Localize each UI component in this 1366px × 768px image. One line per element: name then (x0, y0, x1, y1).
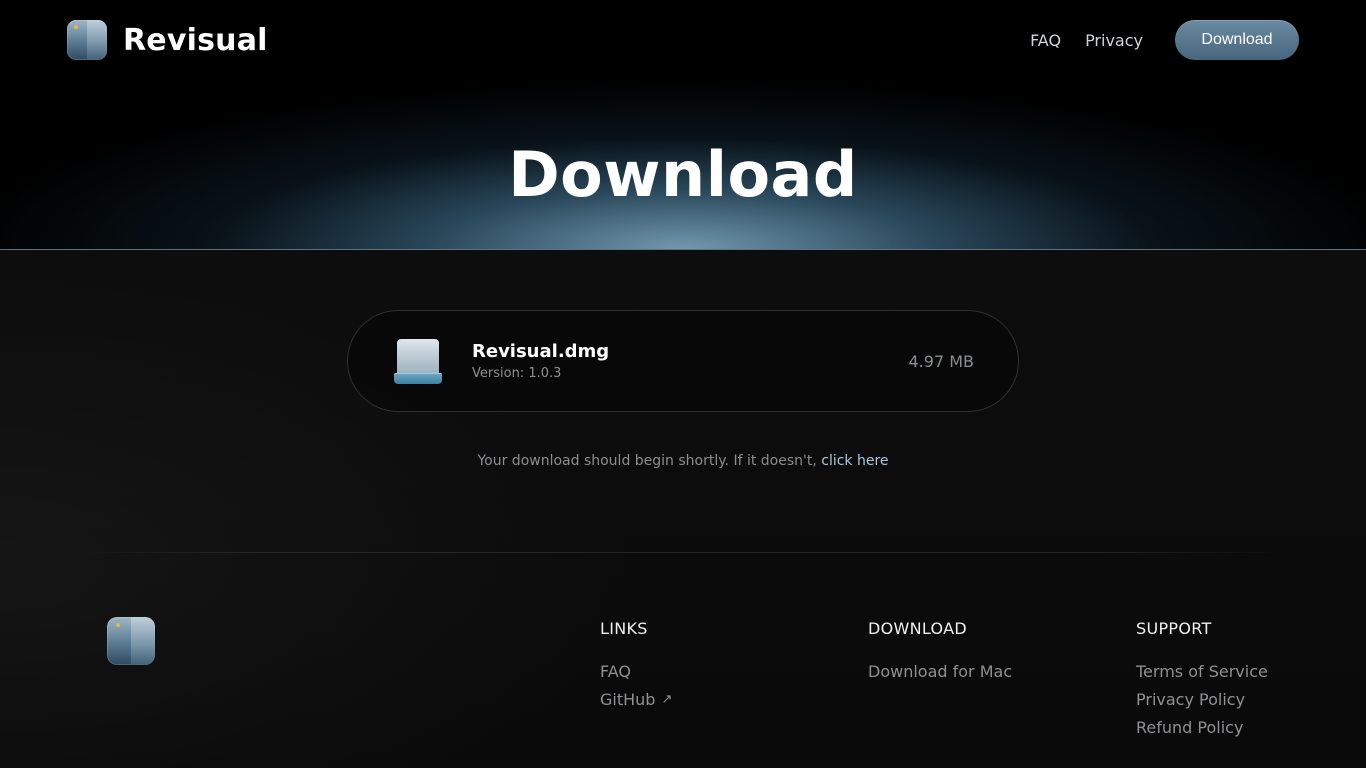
app-logo-icon (67, 20, 107, 60)
drive-icon (394, 337, 442, 385)
download-notice: Your download should begin shortly. If i… (0, 453, 1366, 469)
app-logo-icon (107, 617, 155, 665)
brand-home-link[interactable]: Revisual (67, 20, 268, 60)
footer-refund-policy-link[interactable]: Refund Policy (1136, 714, 1268, 742)
footer-github-label: GitHub (600, 690, 656, 709)
footer-divider (80, 552, 1286, 553)
notice-text: Your download should begin shortly. If i… (477, 453, 822, 469)
brand-name: Revisual (123, 22, 268, 58)
file-version: Version: 1.0.3 (472, 366, 562, 381)
file-info: Revisual.dmg Version: 1.0.3 (472, 341, 909, 381)
footer-support-column: SUPPORT Terms of Service Privacy Policy … (1136, 619, 1268, 742)
nav-faq-link[interactable]: FAQ (1030, 31, 1061, 50)
footer-privacy-policy-link[interactable]: Privacy Policy (1136, 686, 1268, 714)
file-size: 4.97 MB (908, 351, 975, 371)
footer-links-column: LINKS FAQ GitHub ↗ (600, 619, 672, 714)
footer-links-heading: LINKS (600, 619, 648, 638)
page-title: Download (508, 138, 858, 211)
footer-download-column: DOWNLOAD Download for Mac (868, 619, 1012, 686)
footer-download-heading: DOWNLOAD (868, 619, 968, 638)
footer-terms-link[interactable]: Terms of Service (1136, 658, 1268, 686)
footer-github-link[interactable]: GitHub ↗ (600, 686, 672, 714)
footer-support-heading: SUPPORT (1136, 619, 1212, 638)
site-header: Revisual FAQ Privacy Download (0, 0, 1366, 80)
external-link-icon: ↗ (661, 692, 673, 707)
nav-privacy-link[interactable]: Privacy (1085, 31, 1143, 50)
page: Download Revisual FAQ Privacy Download R… (0, 0, 1366, 768)
click-here-link[interactable]: click here (821, 453, 888, 469)
footer-download-mac-link[interactable]: Download for Mac (868, 658, 1012, 686)
file-card[interactable]: Revisual.dmg Version: 1.0.3 4.97 MB (347, 310, 1019, 412)
footer-logo[interactable] (107, 617, 155, 665)
file-name: Revisual.dmg (472, 341, 610, 362)
top-nav: FAQ Privacy Download (1030, 20, 1299, 60)
main-content: Revisual.dmg Version: 1.0.3 4.97 MB Your… (0, 250, 1366, 768)
download-button[interactable]: Download (1175, 20, 1299, 60)
footer-faq-link[interactable]: FAQ (600, 658, 672, 686)
